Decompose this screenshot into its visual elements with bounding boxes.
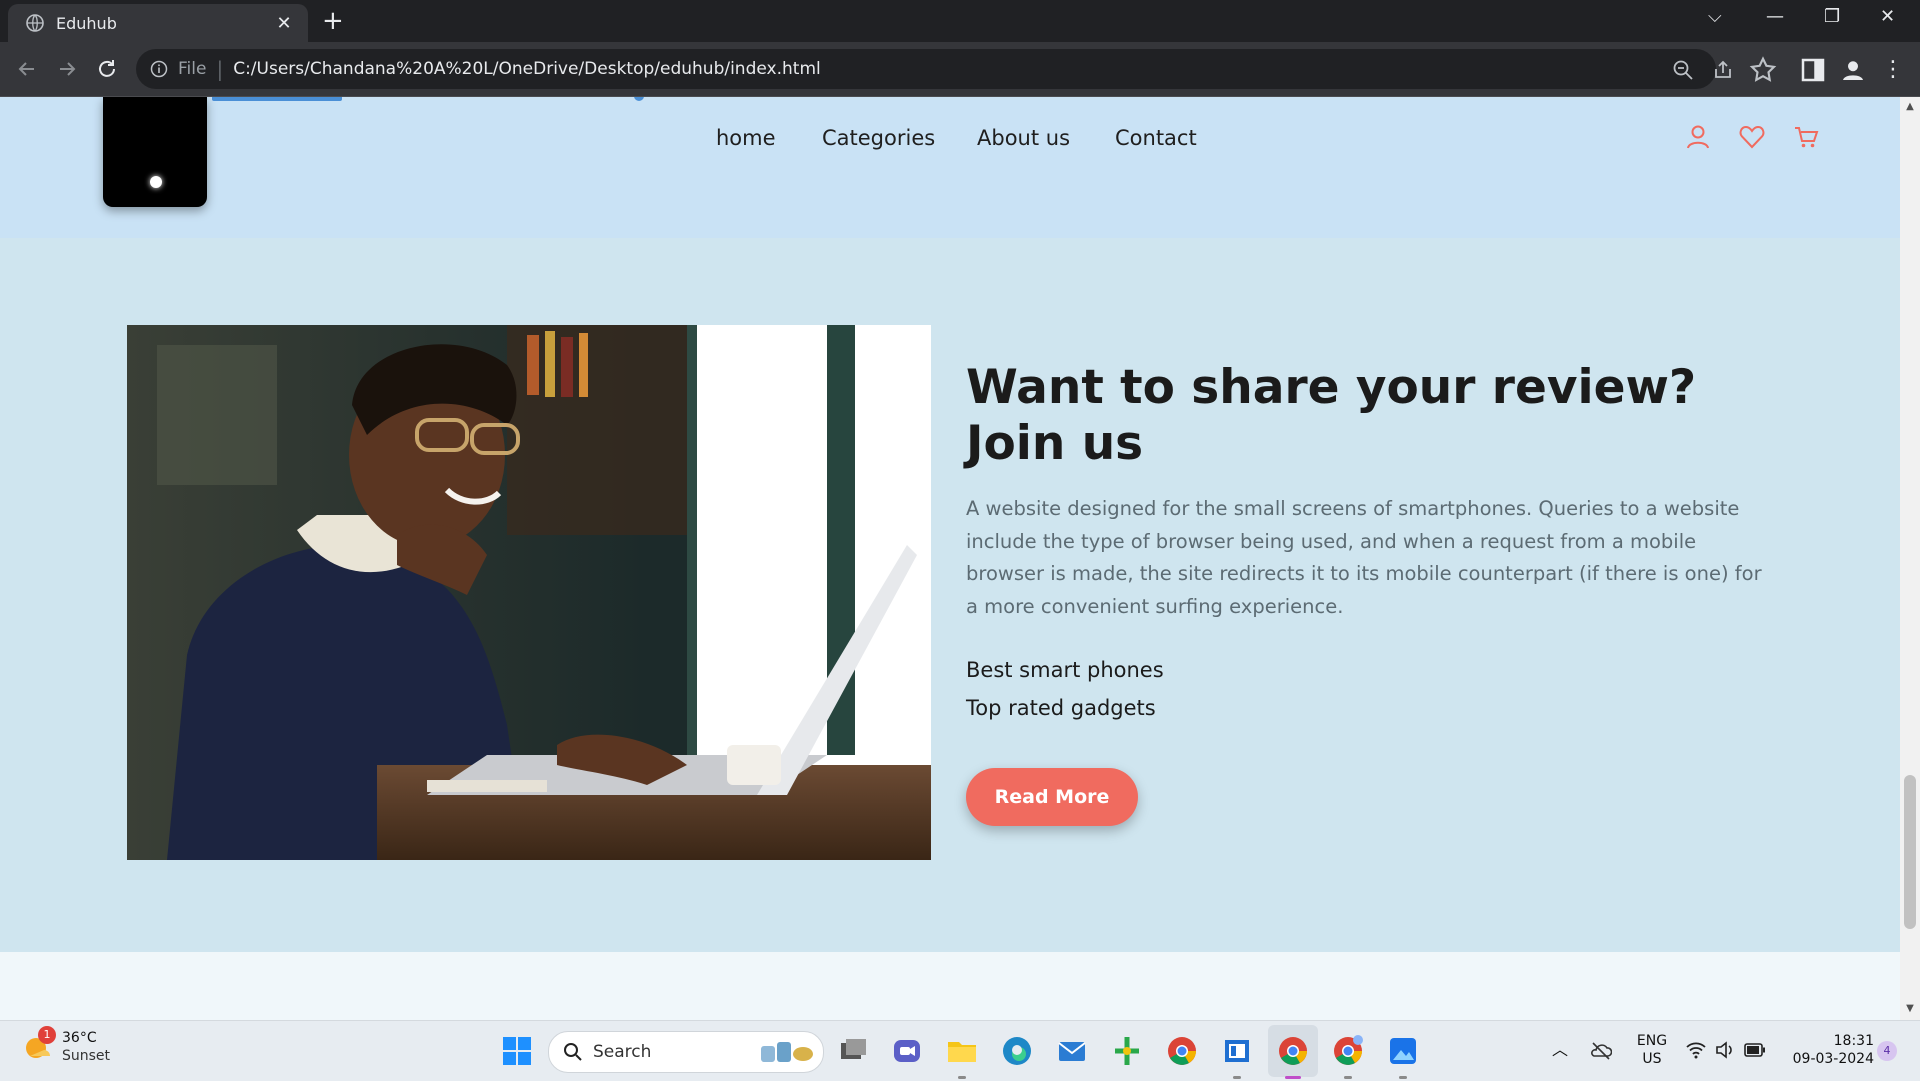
nav-about-us[interactable]: About us [977, 126, 1070, 150]
forward-arrow-icon[interactable] [52, 54, 82, 84]
profile-icon[interactable] [1838, 55, 1868, 85]
tab-title: Eduhub [56, 13, 117, 33]
minimize-icon[interactable]: — [1766, 6, 1784, 27]
section-headline: Want to share your review? Join us [966, 360, 1697, 471]
section-description: A website designed for the small screens… [966, 497, 1762, 618]
url-scheme: File [178, 59, 207, 79]
tray-overflow-chevron-icon[interactable]: ︿ [1552, 1041, 1568, 1059]
restore-icon[interactable]: ❐ [1824, 6, 1840, 27]
heart-icon[interactable] [1738, 123, 1766, 151]
running-indicator [958, 1076, 966, 1079]
weather-widget[interactable]: 1 36°C Sunset [22, 1026, 111, 1065]
weather-badge: 1 [38, 1026, 56, 1044]
battery-icon[interactable] [1744, 1043, 1766, 1057]
weather-sun-icon: 1 [22, 1026, 56, 1064]
next-section [0, 952, 1900, 1020]
notification-badge[interactable]: 4 [1877, 1041, 1897, 1061]
mail-icon[interactable] [1055, 1034, 1089, 1068]
logo-glow-dot [150, 176, 162, 188]
nav-contact[interactable]: Contact [1115, 126, 1197, 150]
taskbar-search[interactable]: Search [548, 1031, 824, 1073]
chrome-active-icon[interactable] [1276, 1034, 1310, 1068]
teams-chat-icon[interactable] [890, 1034, 924, 1068]
page-scrollbar[interactable]: ▲ ▼ [1900, 97, 1920, 1020]
app-launcher-icon[interactable] [1110, 1034, 1144, 1068]
globe-icon [26, 14, 44, 32]
side-panel-icon[interactable] [1798, 55, 1828, 85]
feature-item: Top rated gadgets [966, 696, 1156, 720]
cart-icon[interactable] [1792, 123, 1820, 151]
language-indicator[interactable]: ENG US [1632, 1032, 1672, 1068]
search-highlight-icon [761, 1042, 813, 1062]
zoom-icon[interactable] [1672, 59, 1694, 81]
running-indicator [1399, 1076, 1407, 1079]
scroll-thumb[interactable] [1904, 775, 1916, 929]
windows-start-icon[interactable] [500, 1034, 534, 1068]
running-indicator [1344, 1076, 1352, 1079]
tab-search-chevron-icon[interactable]: ⌵ [1708, 6, 1722, 27]
active-indicator [1285, 1076, 1301, 1079]
chrome-profile-icon[interactable] [1331, 1034, 1365, 1068]
url-separator: | [216, 57, 224, 81]
bookmark-star-icon[interactable] [1748, 55, 1778, 85]
new-tab-plus-icon[interactable]: + [322, 6, 344, 36]
reload-icon[interactable] [92, 54, 122, 84]
running-indicator [1233, 1076, 1241, 1079]
logo-wordmark-fragment [212, 97, 342, 101]
address-bar[interactable]: File | C:/Users/Chandana%20A%20L/OneDriv… [136, 49, 1731, 89]
edge-browser-icon[interactable] [1000, 1034, 1034, 1068]
info-icon[interactable] [150, 60, 168, 78]
clock-time: 18:31 [1833, 1033, 1874, 1049]
logo-accent-fragment [634, 97, 644, 101]
hero-photo-man-laptop [127, 325, 931, 860]
menu-kebab-icon[interactable]: ⋮ [1878, 54, 1908, 84]
url-text[interactable]: C:/Users/Chandana%20A%20L/OneDrive/Deskt… [233, 59, 821, 79]
onedrive-off-icon[interactable] [1590, 1041, 1612, 1061]
browser-toolbar: File | C:/Users/Chandana%20A%20L/OneDriv… [0, 42, 1920, 97]
keyboard-region: US [1642, 1051, 1662, 1067]
weather-temp: 36°C [62, 1030, 97, 1046]
site-header: home Categories About us Contact [0, 97, 1900, 238]
weather-condition: Sunset [62, 1048, 111, 1064]
volume-icon[interactable] [1715, 1041, 1735, 1059]
language-code: ENG [1636, 1033, 1668, 1049]
tab-close-icon[interactable]: ✕ [270, 13, 298, 34]
tab-strip: Eduhub ✕ + ⌵ — ❐ ✕ [0, 0, 1920, 42]
scroll-up-arrow-icon[interactable]: ▲ [1904, 101, 1916, 112]
chrome-icon[interactable] [1165, 1034, 1199, 1068]
search-icon [564, 1043, 582, 1061]
clock[interactable]: 18:31 09-03-2024 [1782, 1032, 1874, 1068]
clock-date: 09-03-2024 [1792, 1051, 1874, 1067]
wifi-icon[interactable] [1686, 1041, 1706, 1059]
back-arrow-icon[interactable] [12, 54, 42, 84]
nav-home[interactable]: home [716, 126, 776, 150]
nav-categories[interactable]: Categories [822, 126, 935, 150]
store-app-icon[interactable] [1220, 1034, 1254, 1068]
windows-taskbar: 1 36°C Sunset Search ︿ ENG US 18:31 09-0… [0, 1020, 1920, 1081]
scroll-down-arrow-icon[interactable]: ▼ [1904, 1003, 1916, 1014]
close-window-icon[interactable]: ✕ [1880, 6, 1895, 27]
web-page: home Categories About us Contact Want to… [0, 97, 1900, 1020]
feature-item: Best smart phones [966, 658, 1164, 682]
photos-app-icon[interactable] [1386, 1034, 1420, 1068]
site-logo[interactable] [103, 97, 207, 207]
share-icon[interactable] [1712, 59, 1734, 81]
read-more-button[interactable]: Read More [966, 768, 1138, 826]
file-explorer-icon[interactable] [945, 1034, 979, 1068]
task-view-icon[interactable] [836, 1034, 870, 1068]
search-label: Search [593, 1042, 652, 1062]
user-icon[interactable] [1684, 123, 1712, 151]
browser-tab[interactable]: Eduhub ✕ [8, 4, 308, 42]
